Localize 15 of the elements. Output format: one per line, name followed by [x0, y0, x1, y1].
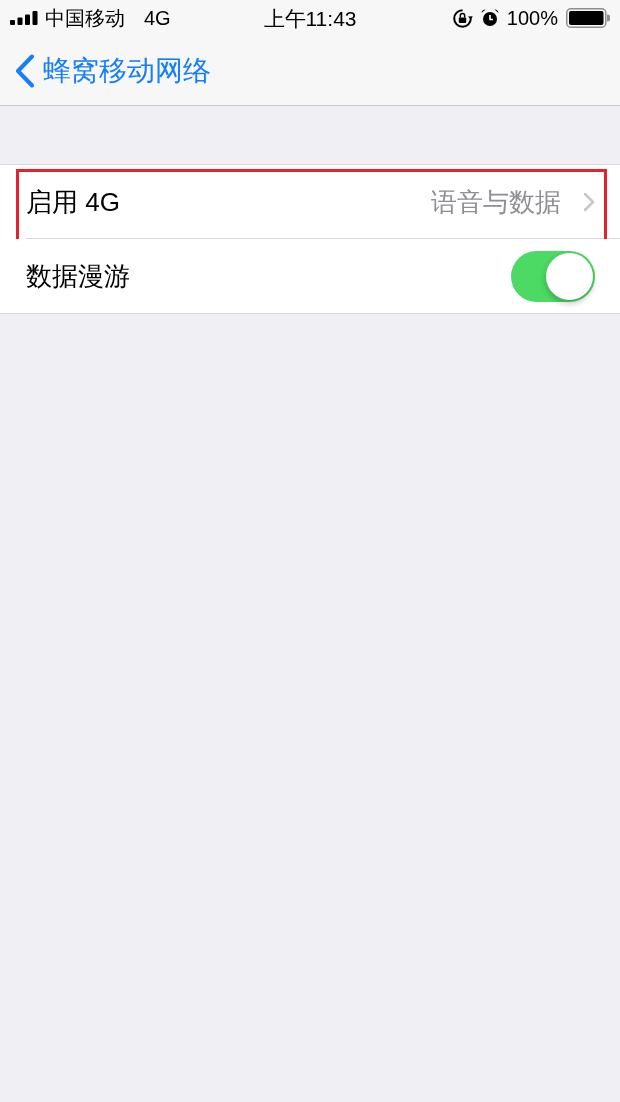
back-chevron-icon [15, 53, 35, 88]
status-time: 上午11:43 [263, 7, 357, 29]
chevron-right-icon [583, 192, 595, 212]
rotation-lock-icon [451, 7, 473, 29]
carrier-name: 中国移动 [45, 8, 125, 28]
battery-icon [566, 8, 610, 28]
back-button[interactable]: 蜂窝移动网络 [15, 53, 211, 88]
row-label: 启用 4G [26, 189, 120, 215]
signal-bars-icon [10, 11, 38, 25]
alarm-clock-icon [480, 9, 499, 27]
toggle-switch[interactable] [511, 250, 595, 302]
row-value: 语音与数据 [431, 189, 561, 215]
network-type: 4G [144, 8, 171, 28]
battery-percent: 100% [506, 8, 558, 28]
row-label: 数据漫游 [26, 263, 130, 289]
